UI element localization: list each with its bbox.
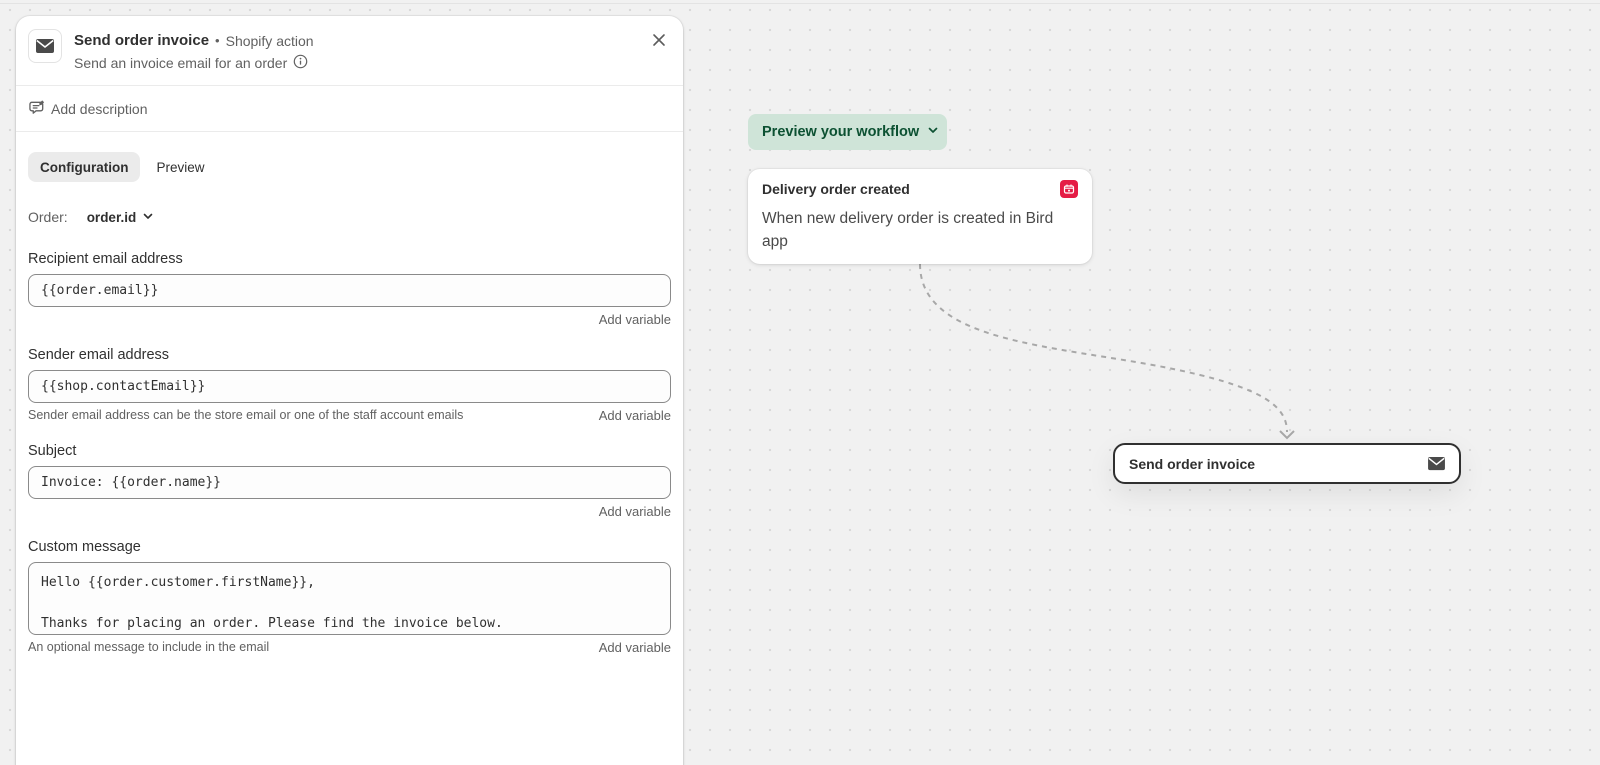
- sender-add-variable-link[interactable]: Add variable: [599, 408, 671, 423]
- trigger-node[interactable]: Delivery order created When new delivery…: [748, 169, 1092, 264]
- action-source: Shopify action: [225, 32, 314, 49]
- close-icon[interactable]: [649, 30, 669, 50]
- order-label: Order:: [28, 209, 68, 225]
- trigger-description: When new delivery order is created in Bi…: [762, 210, 1054, 250]
- chevron-down-icon: [142, 210, 154, 225]
- panel-tabs: Configuration Preview: [28, 152, 217, 182]
- chevron-down-icon: [927, 124, 939, 140]
- tab-configuration[interactable]: Configuration: [28, 152, 141, 182]
- preview-workflow-button[interactable]: Preview your workflow: [748, 114, 947, 150]
- subject-field[interactable]: Invoice: {{order.name}}: [28, 466, 671, 499]
- recipient-email-label: Recipient email address: [28, 251, 183, 267]
- add-description-button[interactable]: Add description: [16, 86, 683, 132]
- order-selector-row: Order: order.id: [28, 209, 154, 225]
- recipient-email-field[interactable]: {{order.email}}: [28, 274, 671, 307]
- envelope-icon: [1427, 456, 1446, 476]
- subject-add-variable-link[interactable]: Add variable: [599, 504, 671, 519]
- action-config-panel: Send order invoice • Shopify action Send…: [16, 16, 683, 765]
- action-node-title: Send order invoice: [1129, 455, 1256, 472]
- top-divider: [0, 0, 1600, 4]
- panel-header: Send order invoice • Shopify action Send…: [16, 16, 683, 86]
- order-dropdown[interactable]: order.id: [87, 210, 155, 225]
- custom-message-field[interactable]: Hello {{order.customer.firstName}}, Than…: [28, 562, 671, 635]
- sender-email-field[interactable]: {{shop.contactEmail}}: [28, 370, 671, 403]
- tab-preview[interactable]: Preview: [144, 152, 216, 182]
- custom-message-helper: An optional message to include in the em…: [28, 640, 270, 654]
- envelope-icon: [28, 29, 62, 63]
- custom-message-line: Thanks for placing an order. Please find…: [41, 616, 503, 631]
- sender-email-helper: Sender email address can be the store em…: [28, 408, 464, 422]
- preview-workflow-label: Preview your workflow: [762, 124, 920, 140]
- app-badge-icon: [1060, 180, 1078, 198]
- panel-title-line: Send order invoice • Shopify action: [74, 32, 314, 49]
- order-value: order.id: [86, 209, 137, 225]
- message-add-variable-link[interactable]: Add variable: [599, 640, 671, 655]
- chat-edit-icon: [29, 99, 46, 119]
- recipient-add-variable-link[interactable]: Add variable: [599, 312, 671, 327]
- custom-message-line: Hello {{order.customer.firstName}},: [41, 575, 315, 590]
- info-icon[interactable]: [293, 54, 308, 72]
- custom-message-label: Custom message: [28, 539, 141, 555]
- title-separator: •: [215, 33, 220, 48]
- sender-email-label: Sender email address: [28, 347, 170, 363]
- panel-subtitle-line: Send an invoice email for an order: [74, 54, 308, 72]
- panel-subtitle: Send an invoice email for an order: [74, 55, 288, 71]
- trigger-title: Delivery order created: [762, 181, 910, 197]
- subject-label: Subject: [28, 443, 77, 459]
- panel-title: Send order invoice: [74, 32, 210, 49]
- action-node[interactable]: Send order invoice: [1113, 443, 1461, 484]
- add-description-label: Add description: [51, 100, 148, 117]
